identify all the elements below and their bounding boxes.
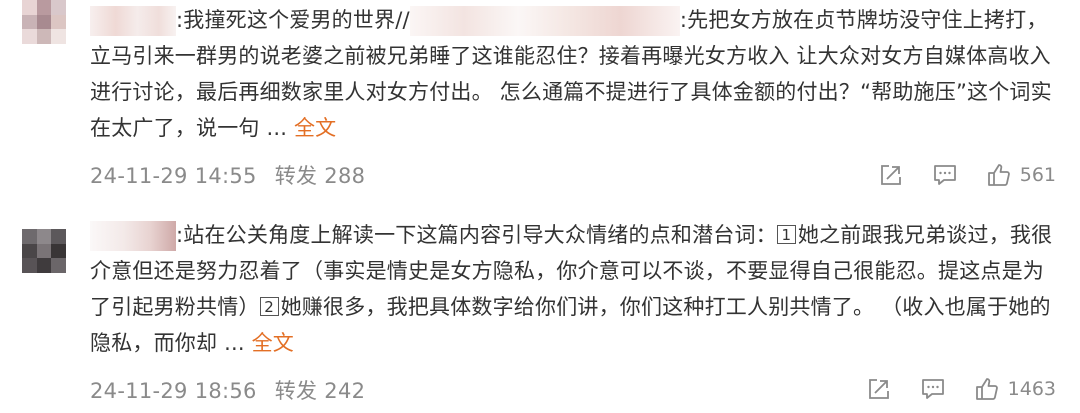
avatar[interactable] [22,0,66,44]
like-button[interactable]: 561 [986,162,1056,188]
comment-item: :我撞死这个爱男的世界//:先把女方放在贞节牌坊没守住上拷打，立马引来一群男的说… [0,0,1080,204]
share-icon [880,165,901,185]
avatar[interactable] [22,229,66,273]
comment-text: :站在公关角度上解读一下这篇内容引导大众情绪的点和潜台词： 1 她之前跟我兄弟谈过，… [90,217,1056,361]
read-more-link[interactable]: 全文 [294,116,336,140]
list-number-badge: 2 [259,297,279,316]
comment-meta: 24-11-29 14:55 转发 288 [90,160,365,190]
timestamp: 24-11-29 14:55 [90,164,257,188]
comment-button[interactable] [932,162,958,188]
username-blur[interactable] [90,6,176,36]
mention-blur[interactable] [409,6,680,36]
read-more-link[interactable]: 全文 [252,331,294,355]
comment-icon [933,165,956,185]
thumbs-up-icon [987,164,1010,186]
list-number-badge: 1 [776,225,796,244]
comment-text-part1: 我撞死这个爱男的世界// [183,8,410,32]
comment-text: :我撞死这个爱男的世界//:先把女方放在贞节牌坊没守住上拷打，立马引来一群男的说… [90,2,1056,146]
comment-text-part1: 站在公关角度上解读一下这篇内容引导大众情绪的点和潜台词： [183,223,777,247]
like-count: 561 [1019,164,1056,186]
username-blur[interactable] [90,221,176,251]
share-button[interactable] [878,162,904,188]
repost-count[interactable]: 转发 288 [275,164,366,188]
comment-actions: 561 [878,162,1056,188]
